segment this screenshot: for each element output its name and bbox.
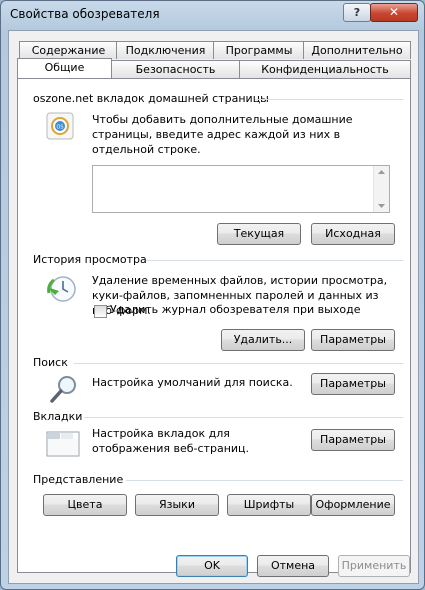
dialog-body: Содержание Подключения Программы Дополни… — [8, 30, 419, 584]
home-page-scrollbar[interactable] — [373, 166, 389, 212]
title-bar[interactable]: Свойства обозревателя ? ✕ — [1, 1, 424, 31]
search-settings-button[interactable]: Параметры — [311, 373, 395, 395]
search-description: Настройка умолчаний для поиска. — [92, 376, 293, 389]
fonts-button[interactable]: Шрифты — [227, 494, 311, 516]
tabs-heading: Вкладки — [33, 410, 83, 423]
tab-privacy[interactable]: Конфиденциальность — [239, 60, 411, 78]
tabs-divider — [84, 417, 403, 418]
tab-general[interactable]: Общие — [17, 58, 112, 78]
tab-content[interactable]: Содержание — [19, 41, 118, 59]
home-page-divider — [255, 99, 403, 100]
tab-security[interactable]: Безопасность — [110, 60, 241, 78]
window-title: Свойства обозревателя — [10, 7, 160, 21]
tabs-icon — [46, 428, 80, 458]
home-page-icon: OS — [46, 112, 74, 140]
help-button[interactable]: ? — [343, 3, 371, 22]
search-divider — [74, 363, 403, 364]
home-page-heading: oszone.net вкладок домашней страницы — [33, 92, 269, 105]
use-current-button[interactable]: Текущая — [217, 223, 301, 245]
ok-button[interactable]: OK — [176, 555, 248, 577]
use-default-button[interactable]: Исходная — [311, 223, 395, 245]
svg-text:OS: OS — [56, 125, 63, 131]
history-divider — [146, 260, 403, 261]
accessibility-button[interactable]: Оформление — [311, 494, 395, 516]
home-page-description: Чтобы добавить дополнительные домашние с… — [92, 113, 353, 156]
tab-programs[interactable]: Программы — [213, 41, 305, 59]
home-page-input[interactable] — [92, 165, 390, 213]
languages-button[interactable]: Языки — [135, 494, 219, 516]
delete-history-on-exit-label[interactable]: Удалить журнал обозревателя при выходе — [110, 303, 360, 316]
search-heading: Поиск — [33, 356, 68, 369]
tabs-description: Настройка вкладок для отображения веб-ст… — [92, 427, 250, 455]
delete-history-button[interactable]: Удалить... — [221, 329, 305, 351]
tab-advanced[interactable]: Дополнительно — [303, 41, 411, 59]
close-button[interactable]: ✕ — [370, 3, 418, 22]
history-settings-button[interactable]: Параметры — [311, 329, 395, 351]
appearance-heading: Представление — [33, 473, 124, 486]
appearance-divider — [126, 480, 403, 481]
history-heading: История просмотра — [33, 253, 147, 266]
delete-history-on-exit-checkbox[interactable] — [94, 305, 107, 318]
tabs-settings-button[interactable]: Параметры — [311, 429, 395, 451]
magnifier-icon — [48, 373, 80, 405]
internet-options-window: Свойства обозревателя ? ✕ Содержание Под… — [0, 0, 425, 590]
apply-button[interactable]: Применить — [338, 555, 410, 577]
tab-connections[interactable]: Подключения — [116, 41, 215, 59]
history-icon — [45, 273, 77, 305]
colors-button[interactable]: Цвета — [43, 494, 127, 516]
cancel-button[interactable]: Отмена — [257, 555, 329, 577]
general-tab-panel: oszone.net вкладок домашней страницы OS … — [17, 78, 411, 573]
